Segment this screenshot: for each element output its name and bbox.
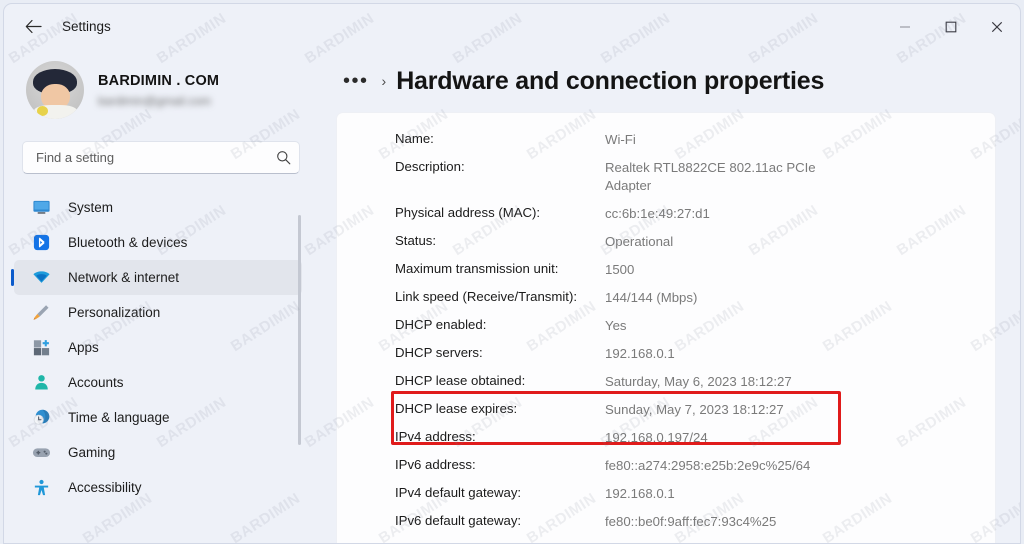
- property-value: Saturday, May 6, 2023 18:12:27: [605, 374, 792, 389]
- minimize-button[interactable]: [882, 4, 928, 49]
- sidebar-item-gaming[interactable]: Gaming: [14, 435, 302, 470]
- property-label: DHCP enabled:: [395, 317, 487, 332]
- property-row: Description: Realtek RTL8822CE 802.11ac P…: [395, 159, 995, 195]
- settings-window: Settings BARDIMIN . COM bardimin@gmail.c…: [3, 3, 1021, 544]
- property-value: 1500: [605, 262, 635, 277]
- minimize-icon: [900, 25, 910, 28]
- sidebar-item-accessibility[interactable]: Accessibility: [14, 470, 302, 505]
- avatar: [26, 61, 84, 119]
- sidebar-item-accounts[interactable]: Accounts: [14, 365, 302, 400]
- breadcrumb: ••• › Hardware and connection properties: [339, 65, 1020, 97]
- property-value: cc:6b:1e:49:27:d1: [605, 206, 710, 221]
- back-arrow-icon: [25, 19, 42, 34]
- property-row: DHCP lease obtained: Saturday, May 6, 202…: [395, 373, 995, 391]
- window-controls: [882, 4, 1020, 49]
- property-value: Realtek RTL8822CE 802.11ac PCIe Adapter: [605, 160, 816, 193]
- sidebar-item-bluetooth-devices[interactable]: Bluetooth & devices: [14, 225, 302, 260]
- sidebar-scrollbar[interactable]: [298, 215, 301, 445]
- property-value: 192.168.0.1: [605, 346, 675, 361]
- property-label: IPv6 address:: [395, 457, 476, 472]
- property-value: fe80::be0f:9aff:fec7:93c4%25: [605, 514, 777, 529]
- paintbrush-icon: [30, 303, 52, 323]
- search-icon: [267, 150, 299, 165]
- account-profile[interactable]: BARDIMIN . COM bardimin@gmail.com: [26, 61, 314, 119]
- properties-list: Name: Wi-Fi Description: Realtek RTL8822CE …: [337, 113, 995, 543]
- property-value: Wi-Fi: [605, 132, 636, 147]
- property-value: Yes: [605, 318, 627, 333]
- property-label: Status:: [395, 233, 437, 248]
- property-row: IPv6 default gateway: fe80::be0f:9aff:fec…: [395, 513, 995, 531]
- property-value: Sunday, May 7, 2023 18:12:27: [605, 402, 784, 417]
- property-row: DHCP lease expires: Sunday, May 7, 2023 1…: [395, 401, 995, 419]
- property-row: DHCP enabled: Yes: [395, 317, 995, 335]
- sidebar-item-label: Accounts: [68, 375, 124, 390]
- property-label: IPv4 default gateway:: [395, 485, 522, 500]
- account-email: bardimin@gmail.com: [98, 93, 211, 108]
- sidebar-item-label: System: [68, 200, 114, 215]
- property-label: DHCP lease expires:: [395, 401, 518, 416]
- property-label: Maximum transmission unit:: [395, 261, 559, 276]
- property-value: 144/144 (Mbps): [605, 290, 698, 305]
- property-label: Description:: [395, 159, 465, 174]
- search-input[interactable]: [23, 150, 267, 165]
- property-label: Link speed (Receive/Transmit):: [395, 289, 578, 304]
- app-title: Settings: [62, 19, 111, 34]
- property-value: Operational: [605, 234, 674, 249]
- sidebar-item-time-language[interactable]: Time & language: [14, 400, 302, 435]
- property-row: Link speed (Receive/Transmit): 144/144 (M…: [395, 289, 995, 307]
- sidebar-item-network-internet[interactable]: Network & internet: [11, 260, 302, 295]
- property-row: DHCP servers: 192.168.0.1: [395, 345, 995, 363]
- property-value: fe80::a274:2958:e25b:2e9c%25/64: [605, 458, 811, 473]
- property-label: Physical address (MAC):: [395, 205, 541, 220]
- apps-icon: [30, 338, 52, 358]
- sidebar-item-system[interactable]: System: [14, 190, 302, 225]
- close-icon: [991, 21, 1003, 32]
- close-button[interactable]: [974, 4, 1020, 49]
- page-title: Hardware and connection properties: [396, 66, 825, 95]
- sidebar-item-label: Gaming: [68, 445, 116, 460]
- property-label: DHCP servers:: [395, 345, 483, 360]
- property-value: 192.168.0.197/24: [605, 430, 708, 445]
- sidebar-item-label: Network & internet: [68, 270, 180, 285]
- accessibility-icon: [30, 478, 52, 498]
- monitor-icon: [30, 198, 52, 218]
- property-label: DHCP lease obtained:: [395, 373, 526, 388]
- gamepad-icon: [30, 443, 52, 463]
- sidebar-item-label: Bluetooth & devices: [68, 235, 188, 250]
- account-name: BARDIMIN . COM: [98, 72, 220, 89]
- sidebar-item-label: Personalization: [68, 305, 161, 320]
- bluetooth-icon: [30, 233, 52, 253]
- maximize-button[interactable]: [928, 4, 974, 49]
- maximize-icon: [945, 21, 957, 32]
- property-row: IPv4 default gateway: 192.168.0.1: [395, 485, 995, 503]
- property-row: IPv6 address: fe80::a274:2958:e25b:2e9c%2…: [395, 457, 995, 475]
- property-label: IPv6 default gateway:: [395, 513, 522, 528]
- chevron-right-icon: ›: [381, 73, 387, 89]
- property-label: Name:: [395, 131, 434, 146]
- main-pane: ••• › Hardware and connection properties…: [314, 49, 1020, 543]
- clock-globe-icon: [30, 408, 52, 428]
- title-bar: Settings: [4, 4, 1020, 49]
- property-row: Physical address (MAC): cc:6b:1e:49:27:d1: [395, 205, 995, 223]
- sidebar-nav: System Bluetooth & devices Network & int…: [4, 190, 314, 505]
- breadcrumb-overflow-button[interactable]: •••: [339, 71, 373, 91]
- back-button[interactable]: [16, 12, 50, 42]
- property-row: Status: Operational: [395, 233, 995, 251]
- sidebar-item-label: Apps: [68, 340, 99, 355]
- sidebar-item-personalization[interactable]: Personalization: [14, 295, 302, 330]
- wifi-icon: [30, 268, 52, 288]
- property-row: Maximum transmission unit: 1500: [395, 261, 995, 279]
- sidebar-item-label: Accessibility: [68, 480, 142, 495]
- sidebar: BARDIMIN . COM bardimin@gmail.com System: [4, 49, 314, 543]
- property-value: 192.168.0.1: [605, 486, 675, 501]
- sidebar-item-label: Time & language: [68, 410, 170, 425]
- property-label: IPv4 address:: [395, 429, 476, 444]
- search-box[interactable]: [22, 141, 300, 174]
- property-row: IPv4 address: 192.168.0.197/24: [395, 429, 995, 447]
- sidebar-item-apps[interactable]: Apps: [14, 330, 302, 365]
- properties-card: Name: Wi-Fi Description: Realtek RTL8822CE …: [336, 112, 996, 543]
- person-icon: [30, 373, 52, 393]
- property-row: Name: Wi-Fi: [395, 131, 995, 149]
